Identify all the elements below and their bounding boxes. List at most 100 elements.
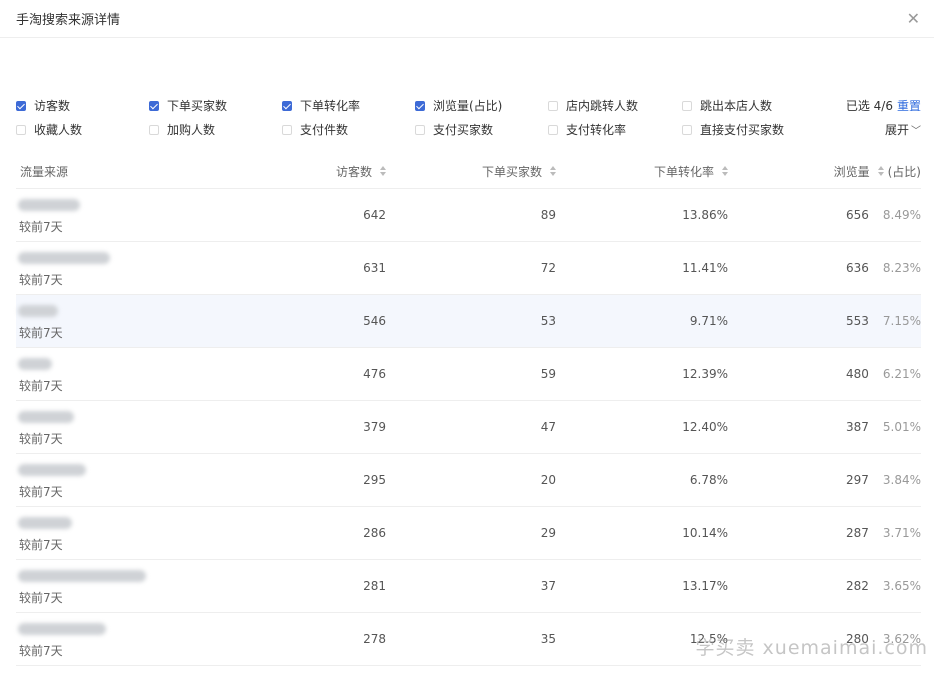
filter-direct-paid-buyers[interactable]: 直接支付买家数: [682, 121, 784, 138]
reset-link[interactable]: 重置: [897, 99, 921, 113]
compare-label: 较前7天: [19, 326, 63, 340]
visitors-cell: 476: [363, 367, 386, 381]
checkbox-icon: [682, 124, 692, 135]
filter-in-store-jump[interactable]: 店内跳转人数: [548, 97, 638, 114]
filter-paid-conversion[interactable]: 支付转化率: [548, 121, 626, 138]
table-row[interactable]: 较前7天 546 53 9.71% 553 7.15%: [16, 295, 921, 348]
pageviews-cell: 656 8.49%: [846, 189, 921, 241]
dialog-title: 手淘搜索来源详情: [16, 13, 121, 28]
conversion-cell: 13.17%: [682, 579, 728, 593]
metric-filters: 访客数 下单买家数 下单转化率 浏览量(占比) 店内跳转人数 跳出本店人数 收藏…: [16, 97, 921, 137]
buyers-cell: 37: [540, 579, 556, 593]
pageviews-value: 287: [845, 526, 869, 540]
share-value: 3.84%: [882, 473, 921, 487]
close-icon[interactable]: ✕: [907, 10, 920, 27]
conversion-cell: 12.39%: [682, 367, 728, 381]
buyers-cell: 59: [540, 367, 556, 381]
pageviews-value: 297: [845, 473, 869, 487]
pageviews-value: 480: [845, 367, 869, 381]
checkbox-icon: [16, 124, 26, 135]
share-value: 6.21%: [882, 367, 921, 381]
pageviews-cell: 636 8.23%: [846, 242, 921, 294]
table-row[interactable]: 较前7天 281 37 13.17% 282 3.65%: [16, 560, 921, 613]
source-name-redacted: [18, 464, 86, 476]
filter-label: 浏览量(占比): [433, 99, 503, 113]
col-conversion-label: 下单转化率: [653, 164, 714, 179]
table-row[interactable]: 较前7天 295 20 6.78% 297 3.84%: [16, 454, 921, 507]
checkbox-icon: [415, 100, 425, 111]
filter-add-cart[interactable]: 加购人数: [149, 121, 215, 138]
filter-label: 直接支付买家数: [700, 123, 785, 137]
filter-label: 支付买家数: [433, 123, 494, 137]
filter-paid-items[interactable]: 支付件数: [282, 121, 348, 138]
source-name-redacted: [18, 199, 80, 211]
checkbox-icon: [282, 100, 292, 111]
filter-label: 访客数: [34, 99, 71, 113]
col-buyers[interactable]: 下单买家数: [482, 153, 556, 189]
buyers-cell: 47: [540, 420, 556, 434]
table-row[interactable]: 较前7天 379 47 12.40% 387 5.01%: [16, 401, 921, 454]
source-detail-dialog: 手淘搜索来源详情 ✕ 访客数 下单买家数 下单转化率 浏览量(占比) 店内跳转人…: [0, 0, 934, 674]
filter-label: 跳出本店人数: [700, 99, 773, 113]
source-name-redacted: [18, 517, 72, 529]
filter-visitors[interactable]: 访客数: [16, 97, 70, 114]
pageviews-value: 636: [845, 261, 869, 275]
pageviews-cell: 287 3.71%: [846, 507, 921, 559]
col-source: 流量来源: [20, 153, 68, 189]
visitors-cell: 281: [363, 579, 386, 593]
filter-pageviews[interactable]: 浏览量(占比): [415, 97, 502, 114]
col-visitors-label: 访客数: [335, 164, 372, 179]
sort-icon[interactable]: [722, 166, 728, 176]
filter-paid-buyers[interactable]: 支付买家数: [415, 121, 493, 138]
checkbox-icon: [548, 100, 558, 111]
compare-label: 较前7天: [19, 379, 63, 393]
buyers-cell: 53: [540, 314, 556, 328]
compare-label: 较前7天: [19, 591, 63, 605]
buyers-cell: 72: [540, 261, 556, 275]
col-share-label: (占比): [887, 164, 921, 179]
source-name-redacted: [18, 570, 146, 582]
table-row[interactable]: 较前7天 476 59 12.39% 480 6.21%: [16, 348, 921, 401]
col-pageviews[interactable]: 浏览量 (占比): [834, 153, 921, 189]
source-name-redacted: [18, 411, 74, 423]
filter-label: 支付转化率: [566, 123, 627, 137]
conversion-cell: 13.86%: [682, 208, 728, 222]
filter-label: 支付件数: [300, 123, 349, 137]
col-conversion[interactable]: 下单转化率: [654, 153, 728, 189]
checkbox-icon: [149, 100, 159, 111]
table-header: 流量来源 访客数 下单买家数 下单转化率 浏览量 (占比): [16, 153, 921, 189]
sort-icon[interactable]: [550, 166, 556, 176]
source-name-redacted: [18, 358, 52, 370]
table-row[interactable]: 较前7天 642 89 13.86% 656 8.49%: [16, 189, 921, 242]
conversion-cell: 10.14%: [682, 526, 728, 540]
share-value: 5.01%: [882, 420, 921, 434]
sort-icon[interactable]: [380, 166, 386, 176]
filter-order-conversion[interactable]: 下单转化率: [282, 97, 360, 114]
share-value: 3.71%: [882, 526, 921, 540]
buyers-cell: 20: [540, 473, 556, 487]
table-row[interactable]: 较前7天 631 72 11.41% 636 8.23%: [16, 242, 921, 295]
checkbox-icon: [415, 124, 425, 135]
col-source-label: 流量来源: [20, 164, 69, 179]
filter-favorites[interactable]: 收藏人数: [16, 121, 82, 138]
table-row[interactable]: 较前7天 286 29 10.14% 287 3.71%: [16, 507, 921, 560]
col-pageviews-label: 浏览量: [833, 164, 870, 179]
compare-label: 较前7天: [19, 485, 63, 499]
visitors-cell: 295: [363, 473, 386, 487]
compare-label: 较前7天: [19, 273, 63, 287]
expand-label: 展开: [884, 123, 909, 137]
col-visitors[interactable]: 访客数: [336, 153, 386, 189]
source-name-redacted: [18, 305, 58, 317]
pageviews-value: 282: [845, 579, 869, 593]
expand-toggle[interactable]: 展开 ﹀: [885, 121, 921, 138]
conversion-cell: 11.41%: [682, 261, 728, 275]
source-name-redacted: [18, 623, 106, 635]
checkbox-icon: [548, 124, 558, 135]
filter-bounce[interactable]: 跳出本店人数: [682, 97, 772, 114]
visitors-cell: 278: [363, 632, 386, 646]
pageviews-cell: 387 5.01%: [846, 401, 921, 453]
filter-order-buyers[interactable]: 下单买家数: [149, 97, 227, 114]
filter-label: 下单转化率: [300, 99, 361, 113]
sort-icon[interactable]: [877, 166, 884, 176]
checkbox-icon: [282, 124, 292, 135]
